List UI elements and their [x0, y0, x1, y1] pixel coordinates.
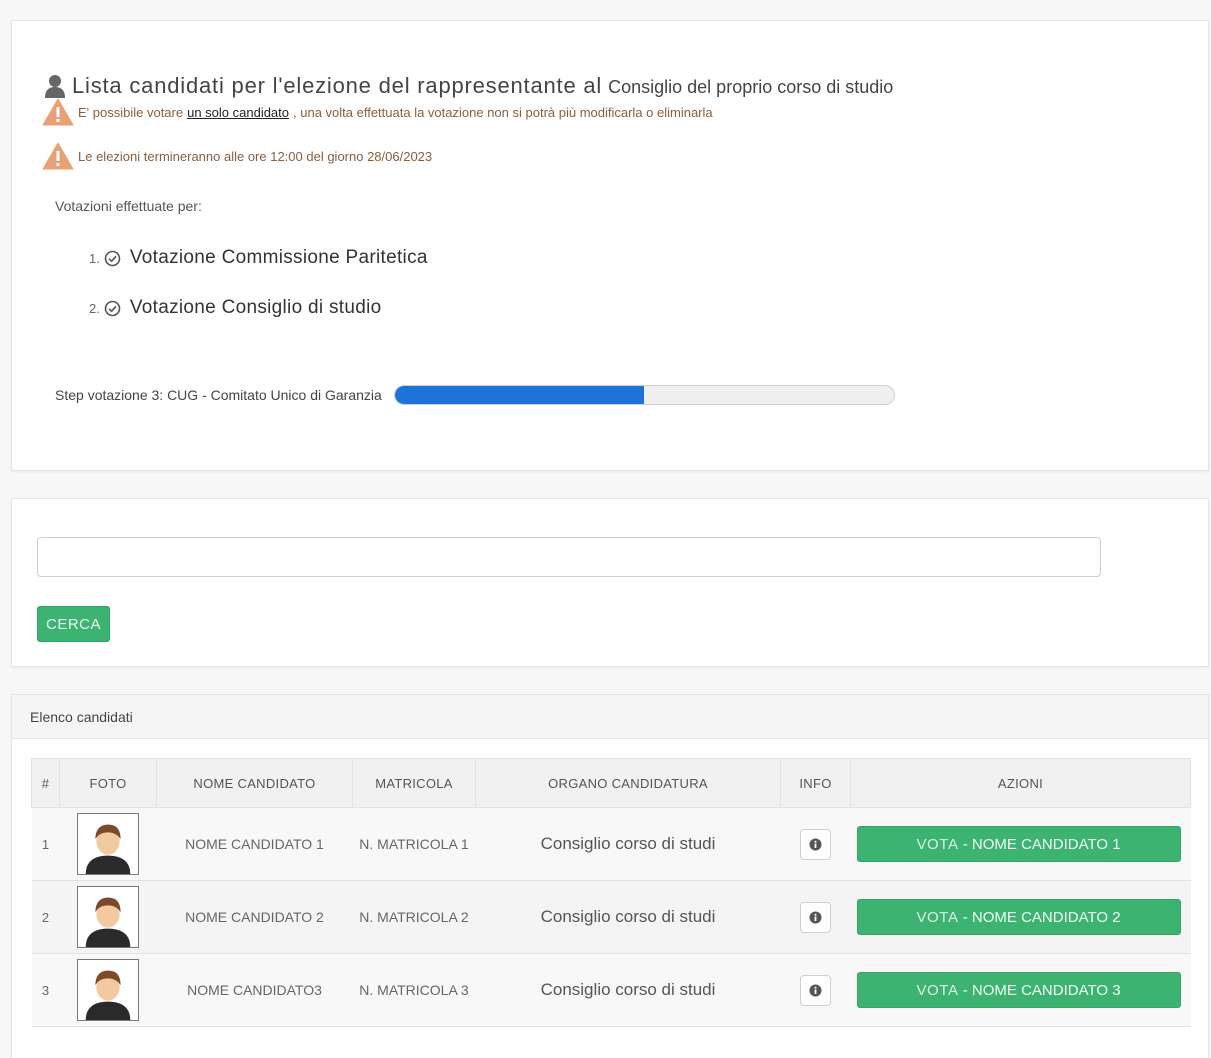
column-header-name: NOME CANDIDATO: [156, 758, 353, 808]
step-progress-bar: [393, 385, 895, 405]
vote-button-prefix: VOTA: [916, 835, 959, 853]
step-progress-fill: [394, 386, 645, 404]
vote-button-prefix: VOTA: [916, 908, 959, 926]
vote-button-prefix: VOTA: [916, 981, 959, 999]
table-row: 2 NOME CANDIDATO 2 N. MATRICOLA 2 Consig…: [31, 880, 1191, 954]
info-circle-icon: [809, 838, 822, 850]
vote-button[interactable]: VOTA - NOME CANDIDATO 1: [856, 826, 1181, 862]
avatar: [77, 886, 139, 948]
candidate-name: NOME CANDIDATO 1: [156, 807, 353, 881]
row-index: 1: [31, 807, 60, 881]
check-circle-icon: [104, 250, 121, 266]
vote-button[interactable]: VOTA - NOME CANDIDATO 2: [856, 899, 1181, 935]
column-header-actions: AZIONI: [850, 758, 1191, 808]
warning-election-deadline: Le elezioni termineranno alle ore 12:00 …: [42, 142, 432, 170]
vote-button-candidate: - NOME CANDIDATO 2: [962, 908, 1121, 926]
title-main: Lista candidati per l'elezione del rappr…: [72, 73, 603, 98]
column-header-matricola: MATRICOLA: [352, 758, 476, 808]
table-row: 3 NOME CANDIDATO3 N. MATRICOLA 3 Consigl…: [31, 953, 1191, 1027]
candidate-matricola: N. MATRICOLA 3: [352, 953, 476, 1027]
vote-item-number: 2.: [89, 300, 100, 316]
warning-single-vote: E' possibile votare un solo candidato , …: [42, 98, 713, 126]
vote-button[interactable]: VOTA - NOME CANDIDATO 3: [856, 972, 1181, 1008]
avatar: [77, 959, 139, 1021]
title-sub: Consiglio del proprio corso di studio: [608, 77, 894, 97]
column-header-index: #: [31, 758, 60, 808]
info-button[interactable]: [800, 901, 831, 933]
info-button[interactable]: [800, 828, 831, 860]
info-circle-icon: [809, 911, 822, 923]
candidates-panel: Elenco candidati # FOTO NOME CANDIDATO M…: [11, 694, 1209, 1058]
search-button[interactable]: CERCA: [37, 606, 110, 642]
check-circle-icon: [104, 300, 121, 316]
info-circle-icon: [809, 984, 822, 996]
row-index: 2: [31, 880, 60, 954]
voting-step: Step votazione 3: CUG - Comitato Unico d…: [55, 385, 895, 405]
candidate-name: NOME CANDIDATO3: [156, 953, 353, 1027]
row-index: 3: [31, 953, 60, 1027]
table-header-row: # FOTO NOME CANDIDATO MATRICOLA ORGANO C…: [31, 758, 1191, 808]
page-title: Lista candidati per l'elezione del rappr…: [44, 73, 893, 99]
vote-item-number: 1.: [89, 250, 100, 266]
election-info-panel: Lista candidati per l'elezione del rappr…: [11, 20, 1209, 471]
candidate-organo: Consiglio corso di studi: [475, 807, 781, 881]
column-header-photo: FOTO: [59, 758, 157, 808]
warning-text-suffix: , una volta effettuata la votazione non …: [293, 104, 713, 120]
step-label: Step votazione 3: CUG - Comitato Unico d…: [55, 387, 382, 403]
column-header-organo: ORGANO CANDIDATURA: [475, 758, 781, 808]
deadline-text: Le elezioni termineranno alle ore 12:00 …: [78, 148, 433, 164]
warning-text-prefix: E' possibile votare: [78, 104, 184, 120]
column-header-info: INFO: [780, 758, 851, 808]
user-icon: [45, 75, 65, 98]
completed-votes-label: Votazioni effettuate per:: [55, 198, 202, 214]
candidate-name: NOME CANDIDATO 2: [156, 880, 353, 954]
warning-triangle-icon: [42, 98, 74, 126]
table-row: 1 NOME CANDIDATO 1 N. MATRICOLA 1 Consig…: [31, 807, 1191, 881]
candidates-table: # FOTO NOME CANDIDATO MATRICOLA ORGANO C…: [31, 758, 1191, 1027]
completed-vote-item: 1. Votazione Commissione Paritetica: [89, 247, 428, 269]
search-panel: CERCA: [11, 498, 1209, 667]
vote-item-text: Votazione Consiglio di studio: [129, 297, 382, 318]
info-button[interactable]: [800, 974, 831, 1006]
search-input[interactable]: [37, 537, 1101, 577]
candidate-matricola: N. MATRICOLA 2: [352, 880, 476, 954]
vote-button-candidate: - NOME CANDIDATO 1: [962, 835, 1121, 853]
completed-vote-item: 2. Votazione Consiglio di studio: [89, 297, 381, 319]
vote-item-text: Votazione Commissione Paritetica: [129, 247, 428, 268]
candidate-matricola: N. MATRICOLA 1: [352, 807, 476, 881]
candidate-organo: Consiglio corso di studi: [475, 880, 781, 954]
avatar: [77, 813, 139, 875]
single-candidate-link[interactable]: un solo candidato: [187, 105, 289, 120]
candidates-list-header: Elenco candidati: [12, 695, 1208, 739]
vote-button-candidate: - NOME CANDIDATO 3: [962, 981, 1121, 999]
candidate-organo: Consiglio corso di studi: [475, 953, 781, 1027]
warning-triangle-icon: [42, 142, 74, 170]
